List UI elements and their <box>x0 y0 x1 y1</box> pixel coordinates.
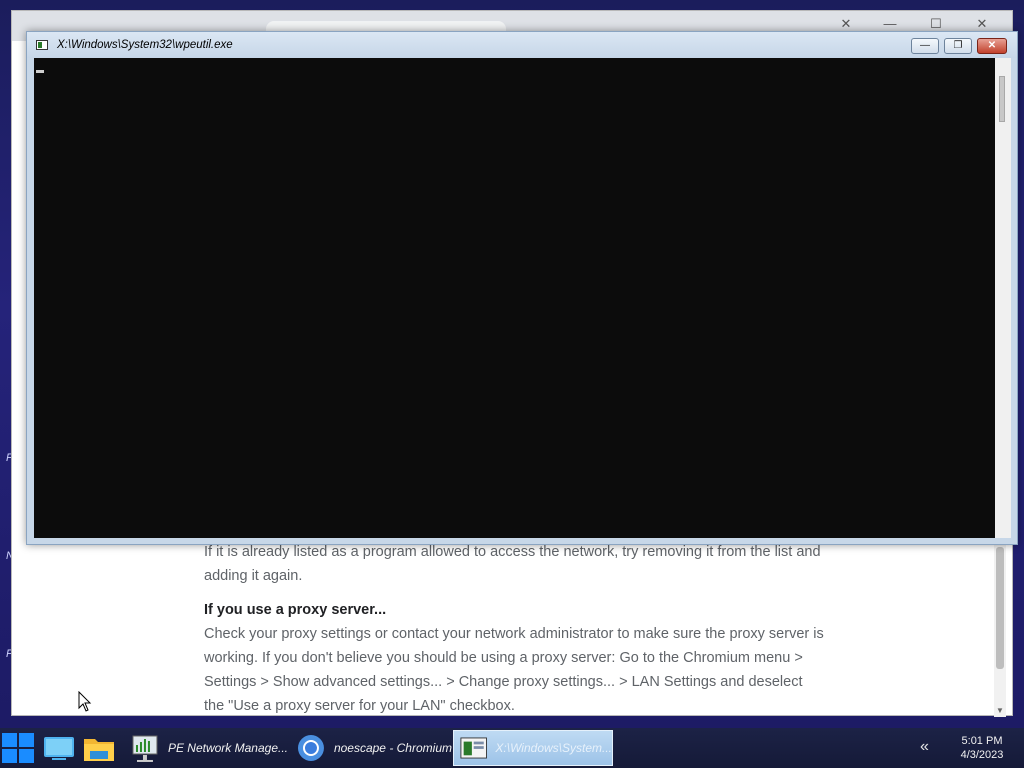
file-explorer-icon[interactable] <box>82 733 116 763</box>
console-title-bar[interactable]: X:\Windows\System32\wpeutil.exe — ❐ ✕ <box>27 32 1017 58</box>
minimize-icon[interactable]: — <box>882 17 898 31</box>
clock-date: 4/3/2023 <box>960 749 1004 761</box>
minimize-button[interactable]: — <box>911 38 939 54</box>
show-hidden-icons-chevron-icon[interactable]: « <box>920 738 929 756</box>
windows-logo-icon <box>2 733 17 747</box>
taskbar-item-label: PE Network Manage... <box>167 741 288 755</box>
firewall-paragraph: If it is already listed as a program all… <box>204 544 821 584</box>
taskbar-item-label: X:\Windows\System... <box>495 741 612 755</box>
proxy-paragraph: Check your proxy settings or contact you… <box>204 626 824 714</box>
taskbar: PE Network Manage... noescape - Chromium… <box>0 728 1024 768</box>
page-scrollbar[interactable]: ▼ <box>994 541 1006 717</box>
start-button[interactable] <box>2 733 36 765</box>
console-icon <box>460 737 487 759</box>
console-scrollbar[interactable] <box>995 58 1011 538</box>
scrollbar-thumb[interactable] <box>996 547 1004 669</box>
mouse-pointer-icon <box>78 691 92 712</box>
restore-button[interactable]: ❐ <box>944 38 972 54</box>
console-scrollbar-thumb[interactable] <box>999 76 1005 122</box>
chromium-icon <box>297 735 324 761</box>
taskbar-item-console[interactable]: X:\Windows\System... <box>453 730 613 766</box>
console-title: X:\Windows\System32\wpeutil.exe <box>57 39 233 51</box>
text-cursor <box>36 70 44 73</box>
system-clock[interactable]: 5:01 PM 4/3/2023 <box>952 734 1012 762</box>
close-tab-icon[interactable]: ✕ <box>838 17 854 31</box>
taskbar-item-network-manager[interactable]: PE Network Manage... <box>124 730 288 766</box>
close-window-icon[interactable]: ✕ <box>974 17 990 31</box>
close-button[interactable]: ✕ <box>977 38 1007 54</box>
console-output-area[interactable] <box>34 58 995 538</box>
clock-time: 5:01 PM <box>961 735 1003 747</box>
taskbar-item-chromium[interactable]: noescape - Chromium <box>290 730 452 766</box>
scroll-down-arrow-icon[interactable]: ▼ <box>994 706 1006 715</box>
wpeutil-console-window: X:\Windows\System32\wpeutil.exe — ❐ ✕ <box>26 31 1018 545</box>
taskbar-item-label: noescape - Chromium <box>333 741 452 755</box>
error-page-content: If it is already listed as a program all… <box>204 540 824 718</box>
maximize-icon[interactable]: ☐ <box>928 17 944 31</box>
taskview-pinned-icon[interactable] <box>42 733 76 763</box>
console-app-icon <box>36 40 48 50</box>
network-manager-icon <box>132 735 158 762</box>
proxy-heading: If you use a proxy server... <box>204 602 387 618</box>
